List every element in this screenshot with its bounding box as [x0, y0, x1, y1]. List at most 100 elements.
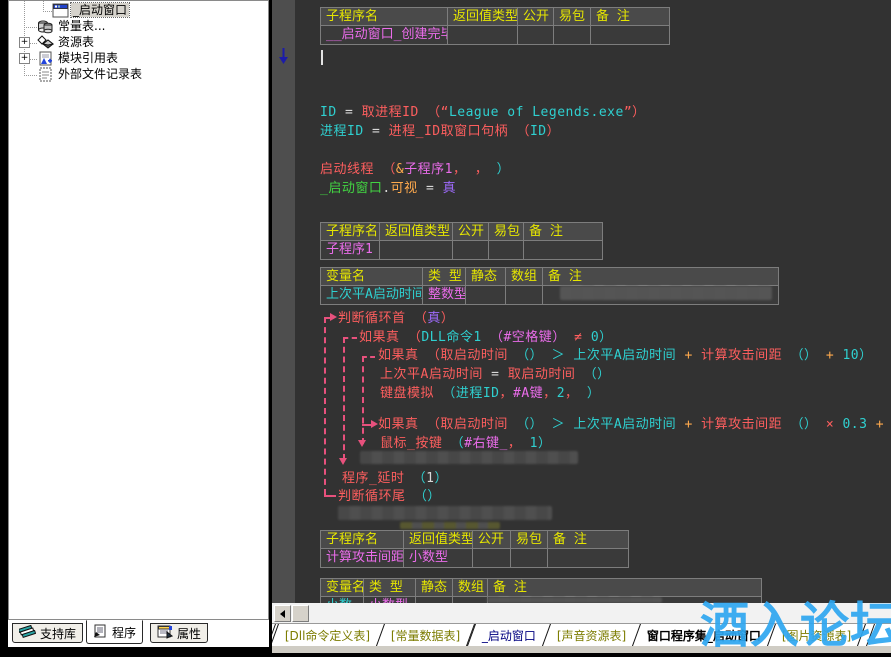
- sheet-tab[interactable]: 窗口程序集_启动窗口: [632, 624, 777, 646]
- table-header-cell: 子程序名: [321, 531, 404, 549]
- table-cell[interactable]: [591, 26, 669, 44]
- code-token: （: [404, 471, 427, 486]
- scroll-left-button[interactable]: [274, 605, 291, 622]
- code-token: （: [434, 386, 456, 401]
- table-header-cell: 子程序名: [321, 8, 448, 26]
- code-line[interactable]: 如果真 （取启动时间 （） ＞ 上次平A启动时间 + 计算攻击间距 （） × 0…: [378, 417, 891, 432]
- table-header-cell: 公开: [453, 223, 489, 241]
- tree-item[interactable]: 常量表...: [9, 19, 268, 35]
- code-line[interactable]: 上次平A启动时间 = 取启动时间 （）: [380, 367, 611, 382]
- code-token: （）: [782, 348, 818, 363]
- table-header-cell: 静态: [466, 268, 506, 286]
- code-token: （: [442, 436, 465, 451]
- horizontal-scrollbar[interactable]: [272, 603, 891, 624]
- code-token: 取启动时间: [507, 367, 576, 382]
- tree-expander[interactable]: +: [19, 37, 30, 48]
- code-token: ）: [859, 348, 873, 363]
- table-cell[interactable]: [506, 286, 543, 304]
- sheet-tab[interactable]: [常量数据表]: [376, 624, 476, 646]
- code-token: （: [374, 162, 396, 177]
- table-cell[interactable]: 子程序1: [321, 241, 380, 259]
- table-cell[interactable]: [473, 549, 511, 567]
- code-token: 程序_延时: [342, 471, 405, 486]
- table-cell[interactable]: [548, 549, 628, 567]
- code-token: +: [676, 417, 702, 432]
- code-line[interactable]: 启动线程 （&子程序1， ， ）: [320, 162, 510, 177]
- sheet-tab[interactable]: [图片资源表]: [767, 624, 867, 646]
- left-tab-support-libs[interactable]: 支持库: [12, 623, 84, 643]
- code-token: ）: [537, 436, 552, 451]
- code-token: &: [395, 162, 405, 177]
- table-cell[interactable]: 小数型: [404, 549, 473, 567]
- redacted-area: [360, 451, 578, 464]
- table-cell[interactable]: [524, 241, 602, 259]
- table-cell[interactable]: [518, 26, 554, 44]
- code-line[interactable]: 键盘模拟 （进程ID，#A键，2， ）: [380, 386, 600, 401]
- code-token: 可视: [390, 181, 418, 196]
- table-cell[interactable]: 整数型: [423, 286, 466, 304]
- code-line[interactable]: 鼠标_按键 （#右键_， 1）: [380, 436, 552, 451]
- table-cell[interactable]: [511, 549, 548, 567]
- code-token: ≠: [565, 330, 591, 345]
- tree-item[interactable]: + 资源表: [9, 35, 268, 51]
- left-tab-program[interactable]: 程序: [86, 620, 144, 644]
- code-token: ）: [440, 311, 455, 326]
- code-line[interactable]: 进程ID = 进程_ID取窗口句柄 （ID）: [320, 124, 560, 139]
- table-header-cell: 易包: [554, 8, 591, 26]
- definition-table: 子程序名 返回值类型 公开 易包备 注计算攻击间距 小数型: [320, 530, 629, 568]
- table-header-cell: 静态: [416, 579, 453, 597]
- code-token: 取启动时间: [440, 348, 508, 363]
- table-cell[interactable]: __启动窗口_创建完毕: [321, 26, 448, 44]
- code-token: 如果真: [359, 330, 400, 345]
- left-tab-label: 属性: [177, 626, 202, 641]
- tree-item-label: 外部文件记录表: [58, 67, 143, 81]
- code-token: ×: [817, 417, 843, 432]
- code-line[interactable]: _启动窗口.可视 = 真: [320, 181, 456, 196]
- table-header-cell: 数组: [453, 579, 488, 597]
- code-editor[interactable]: 子程序名 返回值类型 公开 易包备 注 __启动窗口_创建完毕 子程序名 返回值类型 公开 易包…: [272, 0, 891, 603]
- sheet-tab[interactable]: [Dll命令定义表]: [272, 624, 386, 646]
- code-line[interactable]: ID = 取进程ID （“League of Legends.exe”）: [320, 105, 646, 120]
- tree-expander[interactable]: +: [19, 53, 30, 64]
- code-token: （: [418, 105, 441, 120]
- code-token: （）: [507, 348, 544, 363]
- table-header-cell: 备 注: [591, 8, 669, 26]
- table-cell[interactable]: [453, 241, 489, 259]
- table-cell[interactable]: 上次平A启动时间: [321, 286, 423, 304]
- code-token: DLL命令1: [421, 330, 482, 345]
- table-cell[interactable]: [489, 241, 524, 259]
- redacted-area: [338, 506, 552, 520]
- code-token: （: [405, 311, 428, 326]
- bookmark-down-arrow-icon: [279, 48, 288, 64]
- code-line[interactable]: 程序_延时 （1）: [342, 471, 448, 486]
- flow-arrow-right-icon: [330, 313, 337, 321]
- table-cell[interactable]: [448, 26, 518, 44]
- tree-item[interactable]: 外部文件记录表: [9, 67, 268, 83]
- code-token: 子程序1: [404, 162, 453, 177]
- code-token: ，: [453, 162, 467, 177]
- code-token: 1: [521, 436, 538, 451]
- table-header-cell: 公开: [473, 531, 511, 549]
- scrollbar-thumb[interactable]: [292, 605, 309, 622]
- tree-item[interactable]: + 模块引用表: [9, 51, 268, 67]
- flow-connector: [324, 317, 326, 495]
- code-line[interactable]: 判断循环首 （真）: [338, 311, 454, 326]
- code-line[interactable]: 如果真 （取启动时间 （） ＞ 上次平A启动时间 + 计算攻击间距 （） + 1…: [378, 348, 873, 363]
- sheet-tab[interactable]: _启动窗口: [466, 624, 551, 646]
- tree-item[interactable]: _启动窗口: [9, 2, 268, 19]
- table-header-cell: 类 型: [364, 579, 416, 597]
- table-cell[interactable]: 计算攻击间距: [321, 549, 404, 567]
- sheet-tab-label: 窗口程序集_启动窗口: [647, 628, 762, 643]
- table-cell[interactable]: [380, 241, 453, 259]
- left-tab-properties[interactable]: 属性: [150, 623, 209, 643]
- code-line[interactable]: 如果真 （DLL命令1 （#空格键） ≠ 0）: [359, 330, 613, 345]
- table-header-cell: 数组: [506, 268, 543, 286]
- table-header-cell: 类 型: [423, 268, 466, 286]
- sheet-tab[interactable]: [声音资源表]: [541, 624, 642, 646]
- code-token: 键盘模拟: [380, 386, 435, 401]
- code-line[interactable]: 判断循环尾 （）: [338, 489, 441, 504]
- code-token: 2: [556, 386, 566, 401]
- table-cell[interactable]: [466, 286, 506, 304]
- table-cell[interactable]: [554, 26, 591, 44]
- code-token: ）: [546, 124, 561, 139]
